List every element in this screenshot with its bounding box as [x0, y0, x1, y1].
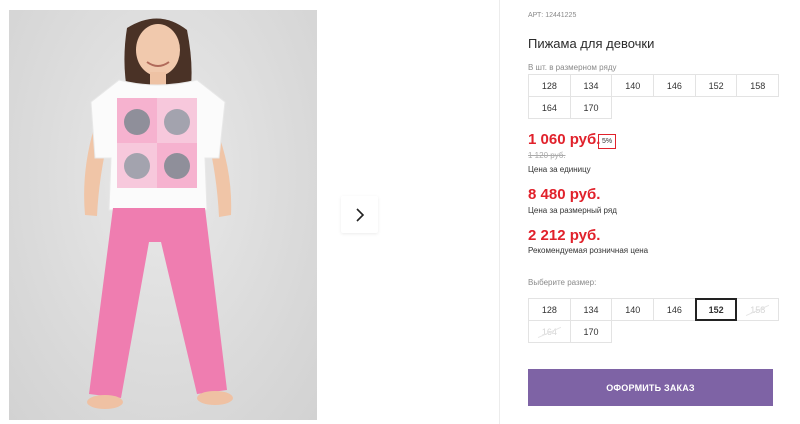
- old-price: 1 120 руб.: [528, 151, 566, 160]
- next-image-button[interactable]: [341, 196, 378, 233]
- size-row-cell: 146: [653, 74, 696, 97]
- article-number: АРТ: 12441225: [528, 12, 577, 19]
- recommended-retail-price: 2 212 руб.: [528, 227, 601, 244]
- row-price-caption: Цена за размерный ряд: [528, 206, 617, 215]
- place-order-button[interactable]: ОФОРМИТЬ ЗАКАЗ: [528, 369, 773, 406]
- size-row-cell: 152: [694, 74, 738, 97]
- size-option[interactable]: 146: [653, 298, 696, 321]
- size-option[interactable]: 170: [569, 320, 613, 343]
- product-gallery: [0, 0, 500, 424]
- size-row-cell: 164: [528, 96, 571, 119]
- rrp-caption: Рекомендуемая розничная цена: [528, 246, 649, 255]
- size-selector: 128 134 140 146 152 158 164 170: [528, 298, 780, 343]
- girl-in-pajama-illustration: [84, 18, 233, 409]
- discount-badge: 5%: [598, 134, 617, 149]
- product-photo: [9, 10, 317, 420]
- size-option-disabled: 164: [528, 320, 571, 343]
- choose-size-caption: Выберите размер:: [528, 278, 597, 287]
- sizes-in-row-caption: В шт. в размерном ряду: [528, 63, 617, 72]
- product-title: Пижама для девочки: [528, 36, 655, 51]
- row-total-price: 8 480 руб.: [528, 186, 601, 203]
- size-option-disabled: 158: [736, 298, 780, 321]
- size-option[interactable]: 128: [528, 298, 571, 321]
- unit-price-caption: Цена за единицу: [528, 165, 591, 174]
- size-row-cell: 134: [569, 74, 613, 97]
- size-row-cell: 128: [528, 74, 571, 97]
- size-row-cell: 158: [736, 74, 780, 97]
- size-row-table: 128 134 140 146 152 158 164 170: [528, 74, 780, 119]
- current-price: 1 060 руб.: [528, 131, 601, 148]
- size-row-cell: 140: [611, 74, 655, 97]
- chevron-right-icon: [355, 207, 364, 222]
- size-option[interactable]: 134: [569, 298, 613, 321]
- size-option-selected[interactable]: 152: [694, 298, 738, 321]
- size-option[interactable]: 140: [611, 298, 655, 321]
- size-row-cell: 170: [569, 96, 613, 119]
